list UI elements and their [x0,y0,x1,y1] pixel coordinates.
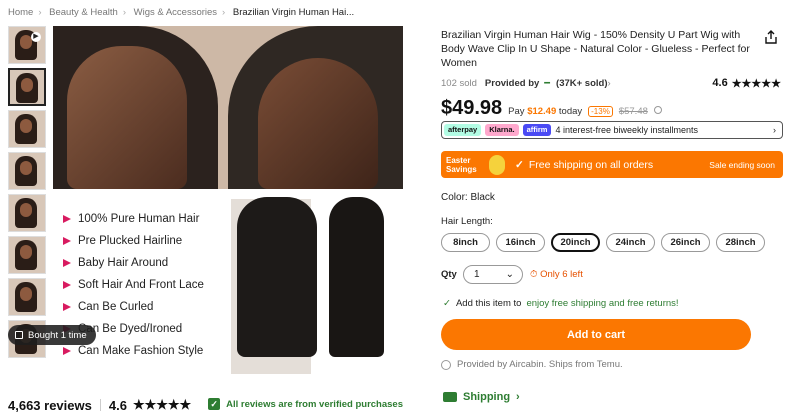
thumbnail-video[interactable]: ▶ [8,26,46,64]
free-shipping-note: ✓ Add this item to enjoy free shipping a… [443,298,679,309]
color-label: Color: Black [441,192,495,203]
product-rating: 4.6 ★★★★★ [712,77,781,90]
length-option-26inch[interactable]: 26inch [661,233,710,252]
promo-banner[interactable]: Easter Savings ✓ Free shipping on all ord… [441,151,783,178]
check-icon: ✓ [515,158,524,171]
share-icon[interactable] [764,30,778,44]
feature-item: Baby Hair Around [63,252,223,274]
shield-check-icon: ✓ [208,398,221,410]
main-product-image[interactable]: 100% Pure Human Hair Pre Plucked Hairlin… [53,26,403,378]
length-option-16inch[interactable]: 16inch [496,233,545,252]
current-price: $49.98 [441,97,503,119]
quantity-select[interactable]: 1 ⌄ [463,265,523,284]
egg-icon [489,154,505,175]
stock-warning: ⏱ Only 6 left [530,269,583,280]
triangle-icon [63,215,71,223]
price-row: $49.98 Pay $12.49 today -13% $57.48 [441,97,781,119]
klarna-logo: Klarna. [485,124,519,136]
triangle-icon [63,303,71,311]
bnpl-text: 4 interest-free biweekly installments [555,125,699,135]
thumbnail-image[interactable] [8,278,46,316]
provided-by-label: Provided by [484,77,540,89]
discount-badge: -13% [588,106,613,117]
divider [99,399,101,411]
bought-badge: Bought 1 time [8,325,96,345]
length-option-8inch[interactable]: 8inch [441,233,490,252]
sale-ending-text: Sale ending soon [709,159,775,170]
thumbnail-image[interactable] [8,194,46,232]
length-option-24inch[interactable]: 24inch [606,233,655,252]
affirm-logo: affirm [522,124,552,136]
info-icon[interactable] [653,106,662,114]
afterpay-logo: afterpay [444,124,482,136]
review-score: 4.6 [108,397,127,413]
wig-front [237,197,317,357]
length-options: 8inch 16inch 20inch 24inch 26inch 28inch [441,233,783,253]
old-price: $57.48 [618,106,648,117]
triangle-icon [63,237,71,245]
check-icon: ✓ [443,298,451,309]
triangle-icon [63,281,71,289]
triangle-icon [63,259,71,267]
chevron-right-icon: › [516,391,520,403]
feature-item: Soft Hair And Front Lace [63,274,223,296]
store-sold[interactable]: (37K+ sold) [556,78,607,89]
breadcrumb-current: Brazilian Virgin Human Hai... [232,7,355,18]
length-option-28inch[interactable]: 28inch [716,233,765,252]
verified-reviews: ✓ All reviews are from verified purchase… [208,398,403,410]
thumbnail-image[interactable] [8,236,46,274]
triangle-icon [63,347,71,355]
review-count[interactable]: 4,663 reviews [8,398,92,413]
bag-icon [15,331,23,339]
wig-back [329,197,384,357]
thumbnail-image[interactable] [8,110,46,148]
feature-panel: 100% Pure Human Hair Pre Plucked Hairlin… [53,189,403,378]
quantity-label: Qty [441,269,457,280]
feature-item: Can Be Curled [63,296,223,318]
add-to-cart-button[interactable]: Add to cart [441,319,751,350]
info-circle-icon [441,359,451,370]
bnpl-options[interactable]: afterpay Klarna. affirm 4 interest-free … [441,121,783,139]
easter-savings-label: Easter Savings [446,155,477,174]
truck-icon [443,392,457,402]
chevron-down-icon: ⌄ [505,269,514,280]
chevron-right-icon: › [773,125,776,135]
shipping-section[interactable]: Shipping › [443,391,520,403]
feature-item: Pre Plucked Hairline [63,230,223,252]
reviews-summary: 4,663 reviews 4.6 ★★★★★ ✓ All reviews ar… [8,397,403,413]
breadcrumb-home[interactable]: Home [8,7,33,18]
model-photo [53,26,403,189]
pay-today: Pay $12.49 today [508,106,583,117]
hair-length-label: Hair Length: [441,216,493,227]
breadcrumb: Home › Beauty & Health › Wigs & Accessorie… [8,7,355,18]
product-title: Brazilian Virgin Human Hair Wig - 150% D… [441,29,750,69]
product-meta: 102 sold Provided by ━ (37K+ sold) › 4.6… [441,76,781,90]
breadcrumb-beauty-health[interactable]: Beauty & Health [49,7,118,18]
rating-stars: ★★★★★ [731,77,781,90]
length-option-20inch[interactable]: 20inch [551,233,600,252]
chevron-right-icon: › [607,77,611,89]
play-icon: ▶ [31,32,41,42]
provider-info: Provided by Aircabin. Ships from Temu. [441,359,623,370]
store-logo-icon: ━ [544,77,551,89]
thumbnail-strip: ▶ [8,26,46,362]
sold-count: 102 sold [441,77,477,89]
breadcrumb-wigs-accessories[interactable]: Wigs & Accessories [134,7,217,18]
thumbnail-selected[interactable] [8,68,46,106]
feature-item: 100% Pure Human Hair [63,208,223,230]
promo-text: Free shipping on all orders [528,158,654,171]
thumbnail-image[interactable] [8,152,46,190]
rating-stars: ★★★★★ [132,397,192,412]
